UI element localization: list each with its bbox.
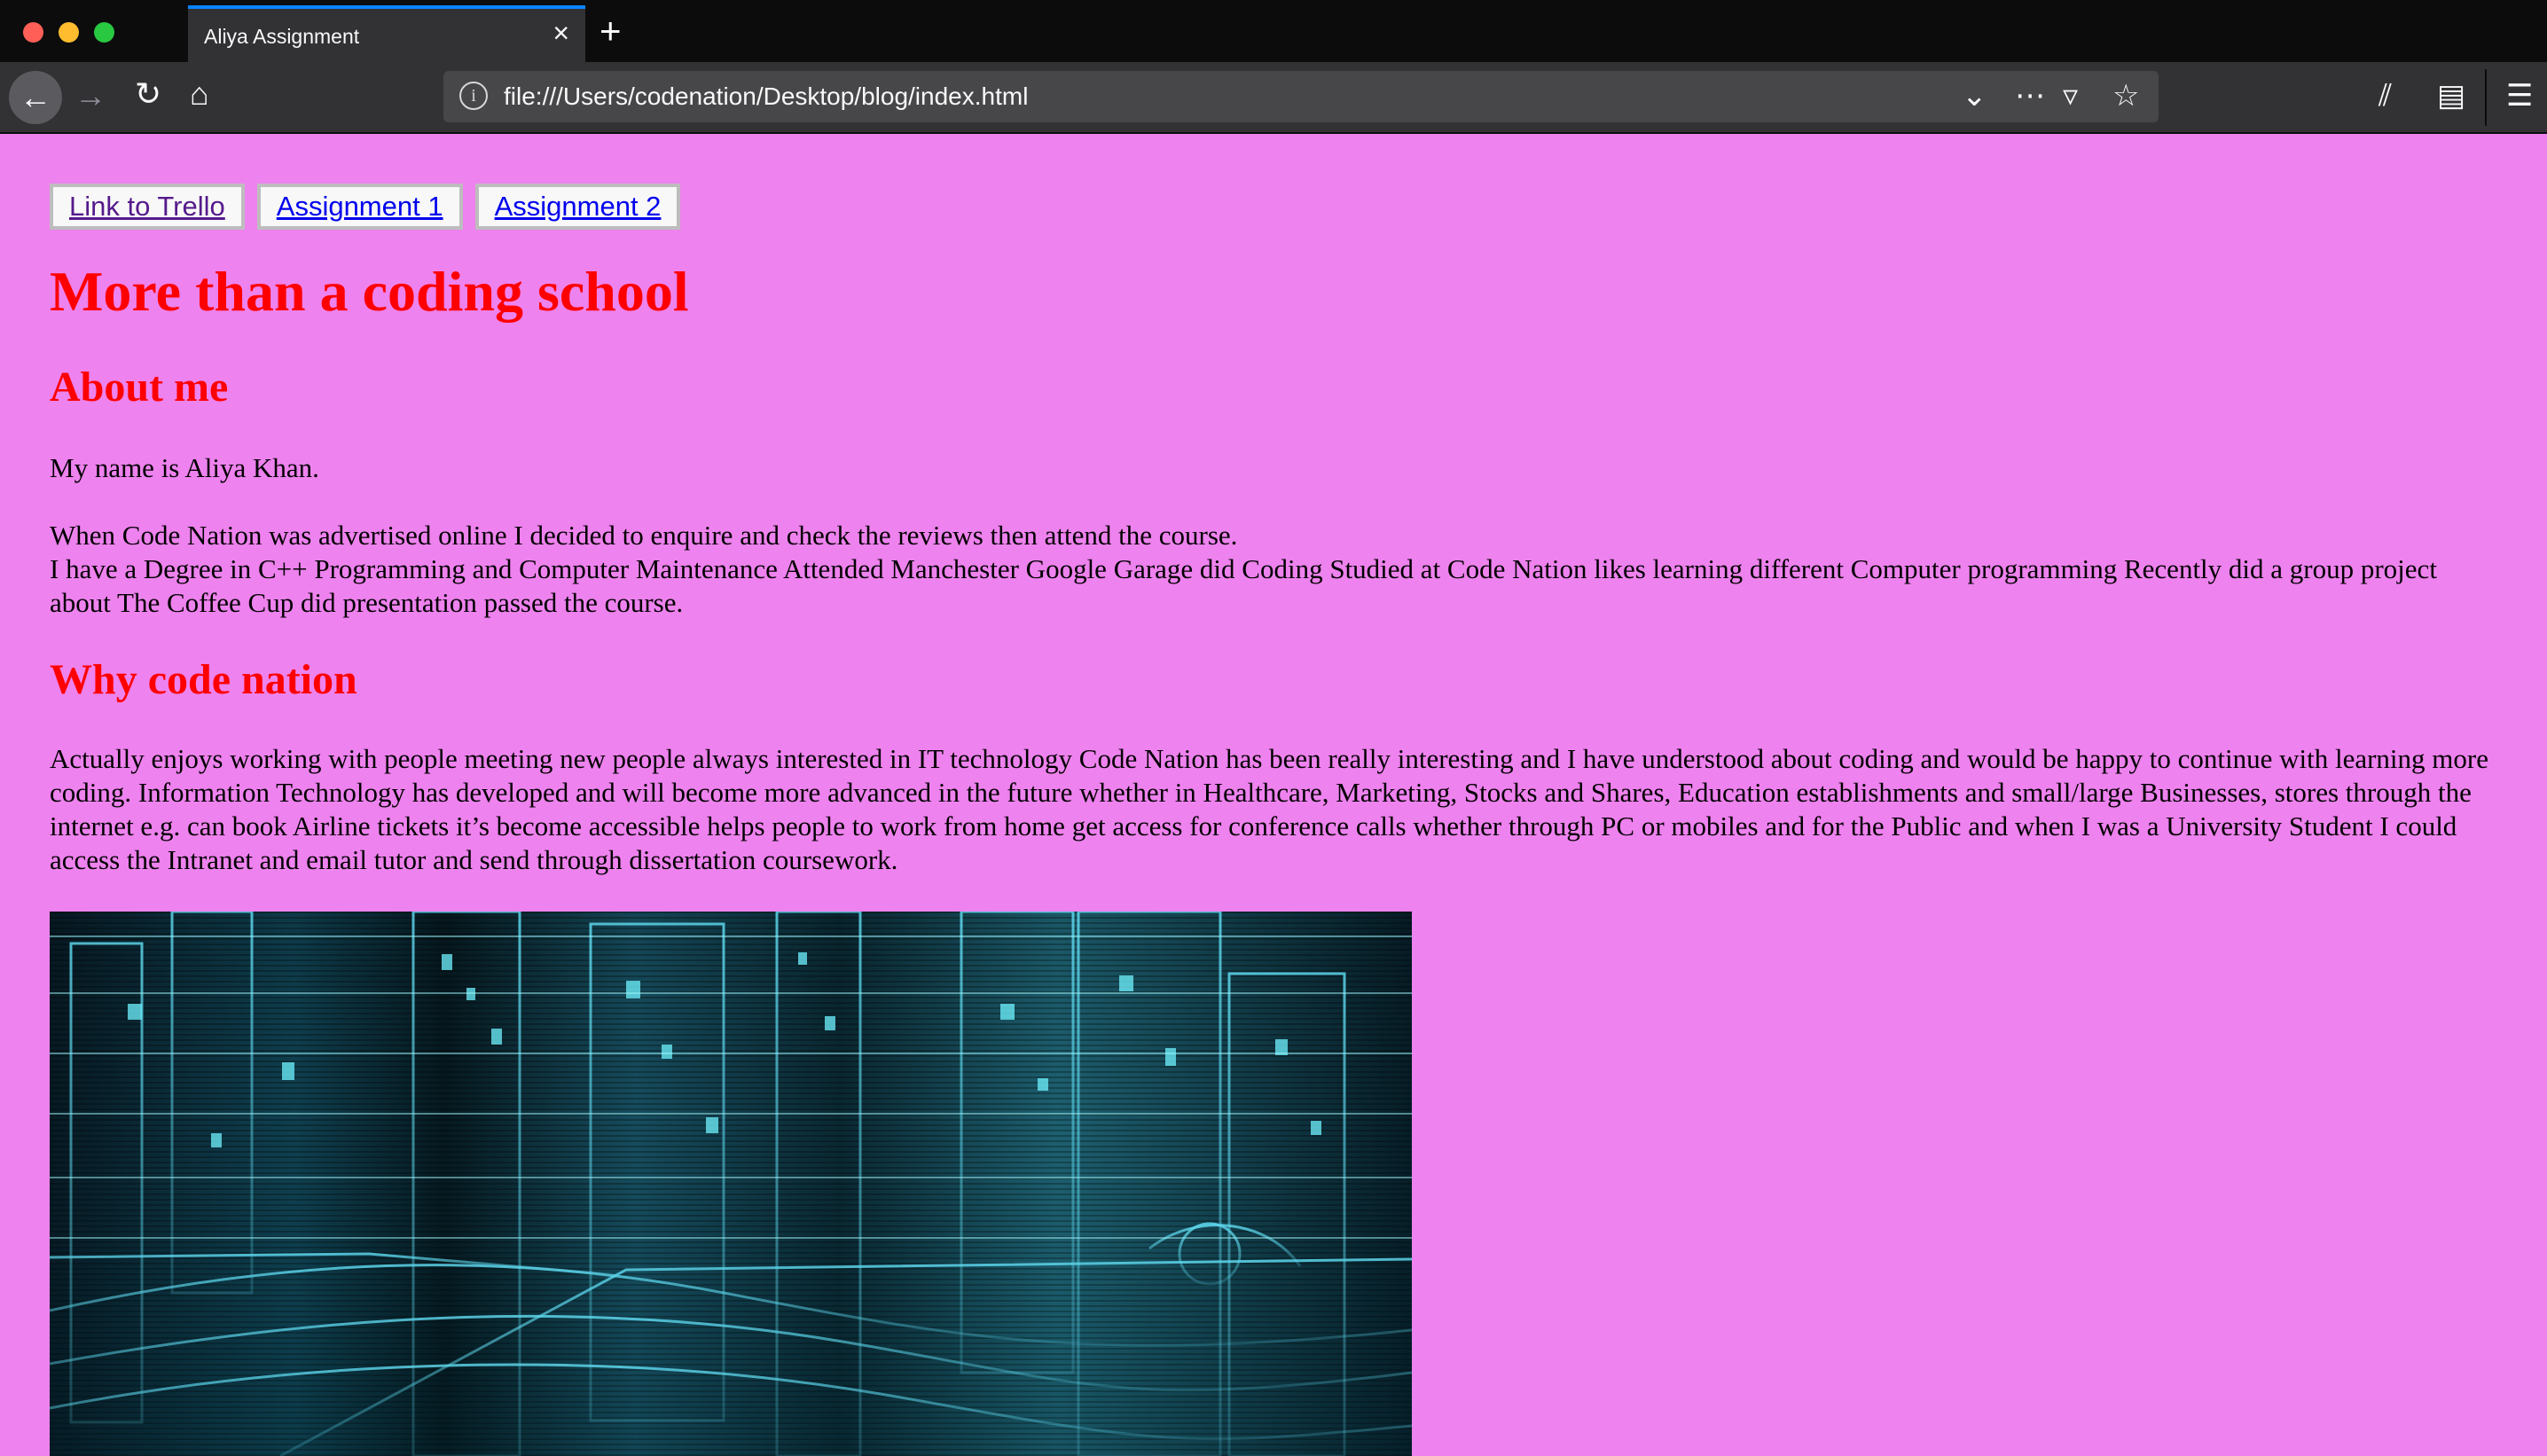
browser-tab[interactable]: Aliya Assignment × (188, 5, 585, 62)
pocket-icon[interactable]: ▿ (2063, 78, 2078, 114)
zoom-window-button[interactable] (94, 22, 114, 43)
plus-icon[interactable]: + (600, 12, 622, 50)
about-name-paragraph: My name is Aliya Khan. (50, 452, 319, 483)
tab-title: Aliya Assignment (204, 25, 360, 48)
chevron-down-icon[interactable]: ⌄ (1962, 78, 1987, 114)
info-icon[interactable]: i (459, 82, 488, 110)
assignment-links: Link to Trello Assignment 1 Assignment 2 (50, 184, 689, 230)
reload-icon[interactable]: ↻ (135, 78, 161, 110)
tab-strip: Aliya Assignment × + (0, 0, 2547, 62)
hamburger-menu-icon[interactable]: ☰ (2506, 78, 2533, 114)
assignment-1-link-button[interactable]: Assignment 1 (256, 184, 463, 230)
close-icon[interactable]: × (553, 19, 569, 47)
more-icon[interactable]: ⋯ (2015, 78, 2046, 114)
back-arrow-icon[interactable]: ← (9, 71, 62, 124)
forward-arrow-icon[interactable]: → (74, 80, 106, 112)
minimize-window-button[interactable] (59, 22, 79, 43)
toolbar-divider (2485, 69, 2487, 126)
neon-city-image (50, 912, 1412, 1456)
about-intro-paragraph: When Code Nation was advertised online I… (50, 520, 1238, 551)
web-page-content: Link to Trello Assignment 1 Assignment 2… (0, 134, 2547, 1456)
trello-link-button[interactable]: Link to Trello (50, 184, 245, 230)
neon-city-illustration (50, 912, 1412, 1456)
why-code-nation-heading: Why code nation (50, 656, 357, 703)
about-heading: About me (50, 364, 229, 411)
about-degree-paragraph: I have a Degree in C++ Programming and C… (50, 553, 2437, 618)
sidebar-icon[interactable]: ▤ (2437, 78, 2465, 114)
library-icon[interactable]: ⫽ (2379, 78, 2392, 114)
url-text[interactable]: file:///Users/codenation/Desktop/blog/in… (504, 82, 1028, 111)
navigation-toolbar: ← → ↻ ⌂ i file:///Users/codenation/Deskt… (0, 62, 2547, 134)
star-icon[interactable]: ☆ (2112, 78, 2139, 114)
why-code-nation-paragraph: Actually enjoys working with people meet… (50, 743, 2488, 875)
home-icon[interactable]: ⌂ (190, 78, 209, 110)
close-window-button[interactable] (23, 22, 43, 43)
browser-chrome: Aliya Assignment × + ← → ↻ ⌂ i file:///U… (0, 0, 2547, 134)
url-bar[interactable]: i file:///Users/codenation/Desktop/blog/… (443, 71, 2159, 122)
page-title: More than a coding school (50, 260, 689, 323)
assignment-2-link-button[interactable]: Assignment 2 (474, 184, 681, 230)
